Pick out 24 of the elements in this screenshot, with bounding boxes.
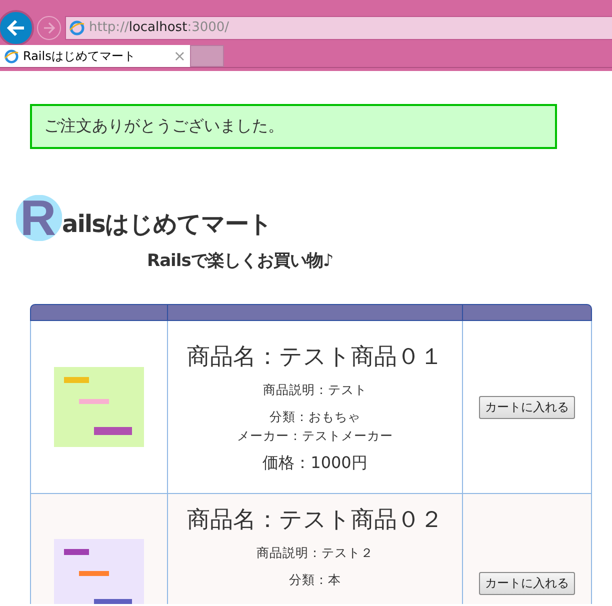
back-button[interactable] [0, 10, 34, 46]
arrow-right-icon [42, 20, 56, 34]
product-description: 商品説明：テスト２ [256, 544, 374, 562]
notice-message: ご注文ありがとうございました。 [30, 104, 557, 149]
product-description: 商品説明：テスト [263, 380, 367, 398]
product-price: 価格：1000円 [262, 452, 368, 474]
tab-title: Railsはじめてマート [23, 48, 136, 64]
globe-icon [4, 48, 19, 64]
add-to-cart-button[interactable]: カートに入れる [479, 396, 575, 418]
arrow-left-icon [6, 18, 26, 38]
product-category: 分類：おもちゃ [270, 408, 360, 426]
add-to-cart-button[interactable]: カートに入れる [479, 572, 575, 595]
globe-icon [69, 20, 85, 36]
tagline: Railsで楽しくお買い物♪ [147, 250, 334, 272]
address-bar[interactable]: http://localhost:3000/ [65, 16, 612, 40]
logo-initial: R [16, 195, 62, 241]
product-maker: メーカー：テストメーカー [237, 426, 393, 444]
product-name: 商品名：テスト商品０１ [187, 342, 443, 372]
forward-button[interactable] [37, 16, 61, 40]
browser-tab[interactable]: Railsはじめてマート × [0, 45, 190, 67]
site-title: ailsはじめてマート [62, 209, 272, 240]
product-category: 分類：本 [289, 571, 341, 589]
new-tab-button[interactable] [190, 45, 224, 67]
product-name: 商品名：テスト商品０２ [187, 506, 443, 535]
